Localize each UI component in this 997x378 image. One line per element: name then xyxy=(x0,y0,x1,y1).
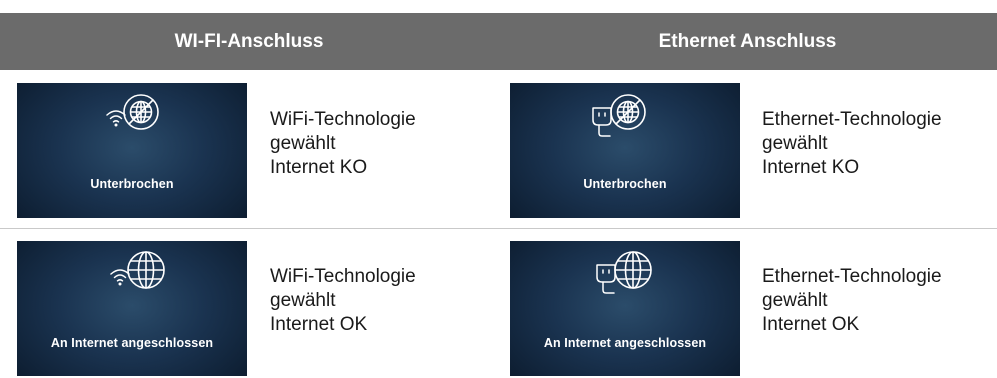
screen-ethernet-connected: An Internet angeschlossen xyxy=(510,241,740,376)
desc-line-internet-status: Internet KO xyxy=(270,157,368,178)
desc-line-technology: Ethernet-Technologie xyxy=(762,109,942,130)
desc-line-selected: gewählt xyxy=(762,133,828,154)
desc-line-internet-status: Internet KO xyxy=(762,157,860,178)
screen-status-label: An Internet angeschlossen xyxy=(50,336,214,350)
desc-line-internet-status: Internet OK xyxy=(762,314,860,335)
screen-status-label: Unterbrochen xyxy=(583,177,667,191)
description-ethernet-ko: Ethernet-Technologie gewählt Internet KO xyxy=(762,108,942,180)
screen-status-label: Unterbrochen xyxy=(90,177,174,191)
globe-crossed-icon xyxy=(123,94,159,130)
desc-line-selected: gewählt xyxy=(270,133,336,154)
screen-ethernet-disconnected: Unterbrochen xyxy=(510,83,740,218)
table-header: WI-FI-Anschluss Ethernet Anschluss xyxy=(0,13,997,70)
globe-icon xyxy=(127,251,165,289)
description-ethernet-ok: Ethernet-Technologie gewählt Internet OK xyxy=(762,265,942,337)
desc-line-technology: WiFi-Technologie xyxy=(270,109,416,130)
desc-line-technology: WiFi-Technologie xyxy=(270,266,416,287)
screen-wifi-disconnected: Unterbrochen xyxy=(17,83,247,218)
header-ethernet-connection: Ethernet Anschluss xyxy=(658,31,837,52)
desc-line-internet-status: Internet OK xyxy=(270,314,368,335)
globe-icon xyxy=(614,251,652,289)
description-wifi-ok: WiFi-Technologie gewählt Internet OK xyxy=(270,265,416,337)
screen-wifi-connected: An Internet angeschlossen xyxy=(17,241,247,376)
desc-line-technology: Ethernet-Technologie xyxy=(762,266,942,287)
row-divider xyxy=(0,228,997,229)
desc-line-selected: gewählt xyxy=(270,290,336,311)
header-wifi-connection: WI-FI-Anschluss xyxy=(174,31,324,52)
description-wifi-ko: WiFi-Technologie gewählt Internet KO xyxy=(270,108,416,180)
screen-status-label: An Internet angeschlossen xyxy=(543,336,707,350)
desc-line-selected: gewählt xyxy=(762,290,828,311)
globe-crossed-icon xyxy=(610,94,646,130)
